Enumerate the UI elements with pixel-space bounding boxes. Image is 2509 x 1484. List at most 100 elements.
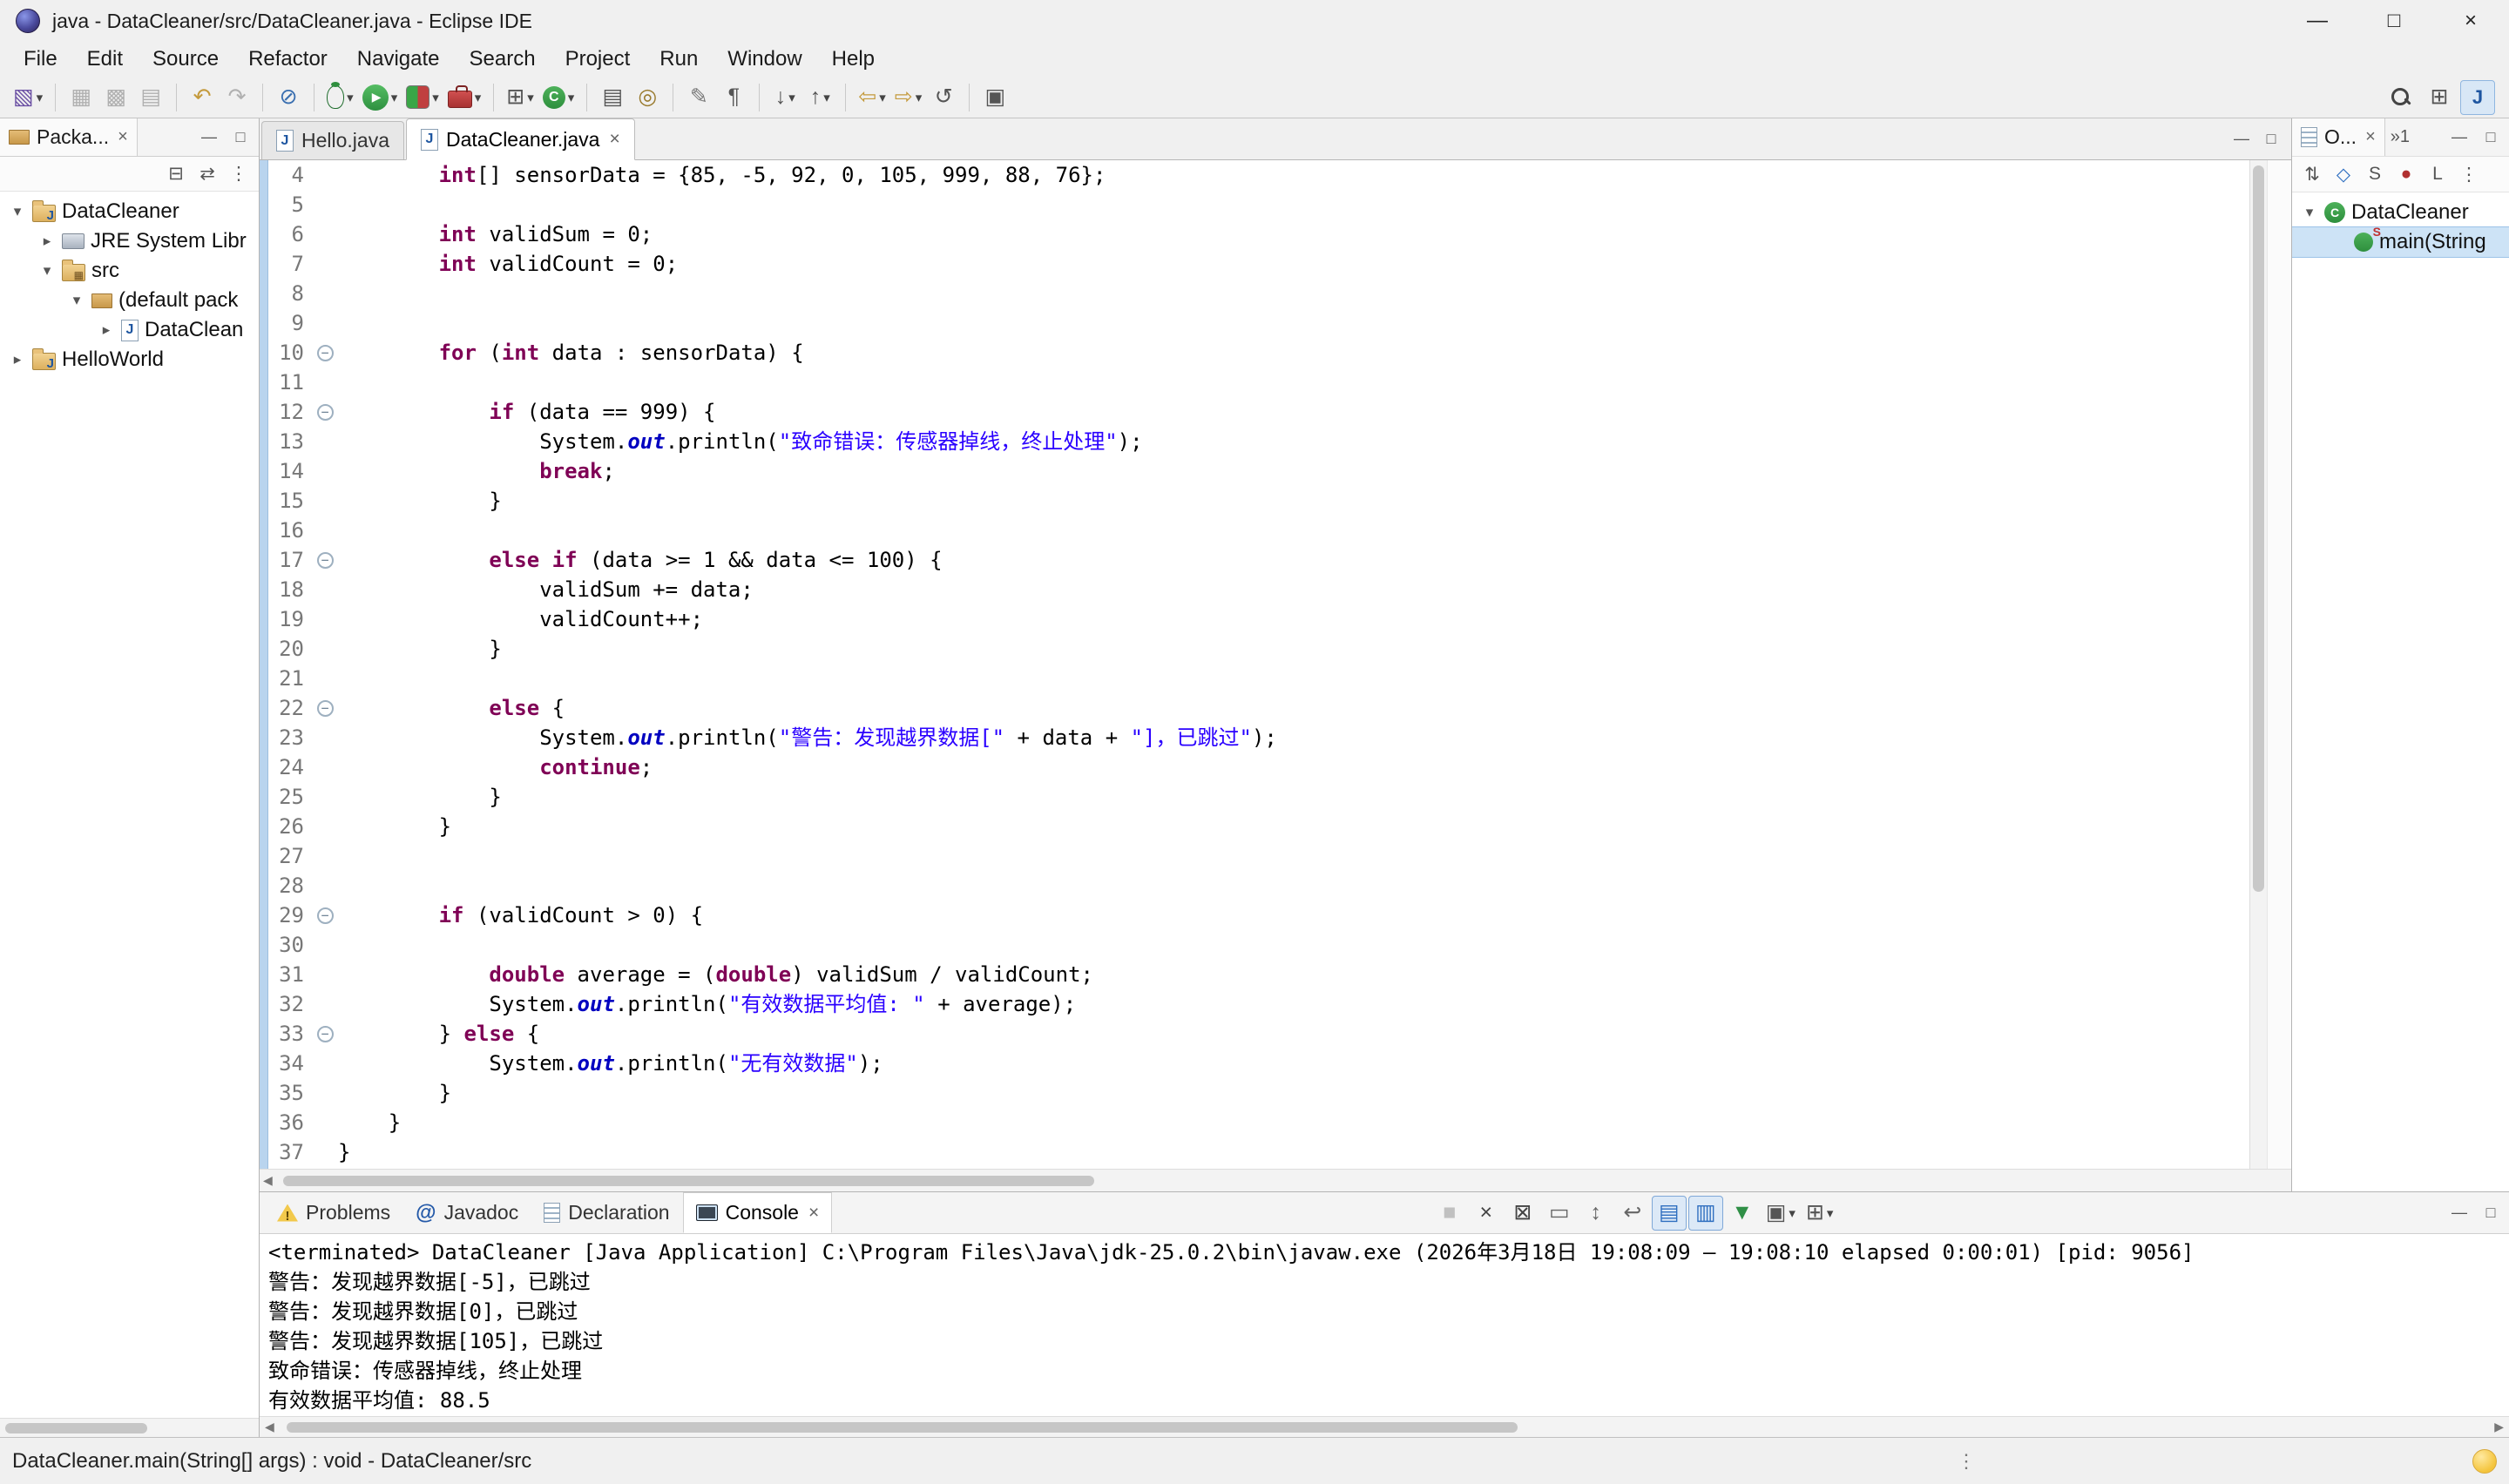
scroll-right-icon[interactable]: ▶ bbox=[2494, 1420, 2504, 1434]
collapse-fold-icon[interactable]: − bbox=[317, 552, 334, 569]
show-whitespace-button[interactable]: ¶ bbox=[716, 80, 751, 115]
terminate-button[interactable]: ■ bbox=[1432, 1196, 1467, 1231]
remove-launch-button[interactable]: × bbox=[1469, 1196, 1504, 1231]
dropdown-arrow-icon[interactable]: ▾ bbox=[916, 90, 923, 105]
twistie-collapsed-icon[interactable]: ▸ bbox=[98, 321, 115, 339]
print-button[interactable]: ▤ bbox=[133, 80, 168, 115]
code-text[interactable]: } bbox=[338, 1078, 2241, 1108]
tab-outline[interactable]: O... × bbox=[2292, 118, 2385, 156]
scroll-lock-button[interactable]: ↕ bbox=[1579, 1196, 1613, 1231]
sort-button[interactable]: ⇅ bbox=[2297, 160, 2327, 188]
project-item-default-pack[interactable]: ▾(default pack bbox=[0, 286, 259, 315]
debug-button[interactable]: ▾ bbox=[322, 80, 358, 115]
menu-source[interactable]: Source bbox=[138, 42, 233, 77]
java-perspective-button[interactable]: J bbox=[2460, 80, 2495, 115]
new-java-project-button[interactable]: ⊞▾ bbox=[502, 80, 538, 115]
collapse-fold-icon[interactable]: − bbox=[317, 345, 334, 361]
search-button[interactable]: ◎ bbox=[630, 80, 665, 115]
display-selected-console-button[interactable]: ▣▾ bbox=[1762, 1196, 1800, 1231]
fold-marker[interactable]: − bbox=[312, 1026, 338, 1042]
code-text[interactable]: else { bbox=[338, 693, 2241, 723]
dropdown-arrow-icon[interactable]: ▾ bbox=[879, 90, 886, 105]
minimize-view-button[interactable]: — bbox=[2227, 125, 2256, 153]
close-tab-icon[interactable]: × bbox=[807, 1203, 819, 1224]
dropdown-arrow-icon[interactable]: ▾ bbox=[568, 90, 575, 105]
code-text[interactable]: int validSum = 0; bbox=[338, 219, 2241, 249]
project-item-dataclean[interactable]: ▸JDataClean bbox=[0, 315, 259, 345]
code-text[interactable]: } bbox=[338, 782, 2241, 812]
save-all-button[interactable]: ▩ bbox=[98, 80, 133, 115]
twistie-collapsed-icon[interactable]: ▸ bbox=[38, 233, 56, 250]
tab-console[interactable]: Console× bbox=[683, 1192, 833, 1233]
code-text[interactable]: if (validCount > 0) { bbox=[338, 901, 2241, 930]
close-window-button[interactable]: × bbox=[2432, 0, 2509, 42]
skip-all-breakpoints-button[interactable]: ⊘ bbox=[271, 80, 306, 115]
tab-declaration[interactable]: Declaration bbox=[531, 1192, 682, 1233]
code-text[interactable]: } bbox=[338, 1137, 2241, 1167]
coverage-button[interactable]: ▾ bbox=[402, 80, 443, 115]
forward-button[interactable]: ⇨▾ bbox=[890, 80, 926, 115]
code-text[interactable]: System.out.println("警告：发现越界数据[" + data +… bbox=[338, 723, 2241, 752]
collapse-fold-icon[interactable]: − bbox=[317, 1026, 334, 1042]
dropdown-arrow-icon[interactable]: ▾ bbox=[823, 90, 830, 105]
save-button[interactable]: ▦ bbox=[64, 80, 98, 115]
code-text[interactable]: validCount++; bbox=[338, 604, 2241, 634]
minimize-view-button[interactable]: — bbox=[2445, 1199, 2474, 1227]
fold-marker[interactable]: − bbox=[312, 404, 338, 421]
project-item-helloworld[interactable]: ▸HelloWorld bbox=[0, 345, 259, 374]
hide-static-members-button[interactable]: S bbox=[2360, 160, 2390, 188]
open-perspective-button[interactable]: ⊞ bbox=[2422, 80, 2457, 115]
minimize-window-button[interactable]: — bbox=[2279, 0, 2356, 42]
dropdown-arrow-icon[interactable]: ▾ bbox=[1789, 1205, 1796, 1221]
fold-marker[interactable]: − bbox=[312, 700, 338, 717]
menu-file[interactable]: File bbox=[9, 42, 72, 77]
next-annotation-button[interactable]: ↓▾ bbox=[768, 80, 802, 115]
menu-run[interactable]: Run bbox=[645, 42, 713, 77]
menu-search[interactable]: Search bbox=[455, 42, 551, 77]
hide-fields-button[interactable]: ◇ bbox=[2329, 160, 2358, 188]
code-text[interactable]: System.out.println("有效数据平均值: " + average… bbox=[338, 989, 2241, 1019]
scrollbar-thumb[interactable] bbox=[5, 1423, 147, 1433]
twistie-expanded-icon[interactable]: ▾ bbox=[2301, 204, 2318, 221]
editor-hscrollbar[interactable]: ◀ bbox=[260, 1169, 2291, 1191]
outline-item-datacleaner[interactable]: ▾CDataCleaner bbox=[2292, 198, 2509, 227]
console-hscrollbar[interactable]: ◀ ▶ bbox=[260, 1416, 2509, 1437]
undo-button[interactable]: ↶ bbox=[185, 80, 220, 115]
collapse-all-button[interactable]: ⊟ bbox=[161, 160, 191, 188]
maximize-view-button[interactable]: □ bbox=[2476, 1199, 2506, 1227]
scrollbar-thumb[interactable] bbox=[283, 1176, 1094, 1186]
project-item-jre-system-libr[interactable]: ▸JRE System Libr bbox=[0, 226, 259, 256]
code-text[interactable]: } bbox=[338, 634, 2241, 664]
fold-marker[interactable]: − bbox=[312, 907, 338, 924]
close-view-icon[interactable]: × bbox=[116, 127, 128, 147]
scroll-left-icon[interactable]: ◀ bbox=[265, 1420, 274, 1434]
open-task-button[interactable]: ▤ bbox=[595, 80, 630, 115]
show-stdout-changes-button[interactable]: ▤ bbox=[1652, 1196, 1687, 1231]
code-text[interactable]: break; bbox=[338, 456, 2241, 486]
code-text[interactable]: System.out.println("无有效数据"); bbox=[338, 1049, 2241, 1078]
code-text[interactable]: else if (data >= 1 && data <= 100) { bbox=[338, 545, 2241, 575]
fold-marker[interactable]: − bbox=[312, 552, 338, 569]
overview-ruler[interactable] bbox=[2267, 160, 2291, 1169]
remove-all-launches-button[interactable]: ⊠ bbox=[1505, 1196, 1540, 1231]
minimize-view-button[interactable]: — bbox=[2445, 124, 2474, 152]
view-stack-badge[interactable]: »1 bbox=[2385, 127, 2415, 147]
run-button[interactable]: ▶▾ bbox=[358, 80, 402, 115]
tab-package-explorer[interactable]: Packa... × bbox=[0, 118, 138, 156]
code-text[interactable]: int validCount = 0; bbox=[338, 249, 2241, 279]
menu-project[interactable]: Project bbox=[551, 42, 646, 77]
code-text[interactable]: int[] sensorData = {85, -5, 92, 0, 105, … bbox=[338, 160, 2241, 190]
code-text[interactable]: if (data == 999) { bbox=[338, 397, 2241, 427]
link-with-editor-button[interactable]: ⇄ bbox=[193, 160, 222, 188]
maximize-view-button[interactable]: □ bbox=[2256, 125, 2286, 153]
hide-local-types-button[interactable]: L bbox=[2423, 160, 2452, 188]
mark-occurrences-button[interactable]: ✎ bbox=[681, 80, 716, 115]
code-text[interactable]: for (int data : sensorData) { bbox=[338, 338, 2241, 368]
notification-bell-icon[interactable] bbox=[2472, 1449, 2497, 1474]
maximize-view-button[interactable]: □ bbox=[2476, 124, 2506, 152]
package-explorer-hscrollbar[interactable] bbox=[0, 1418, 259, 1437]
scrollbar-thumb[interactable] bbox=[2253, 165, 2264, 892]
collapse-fold-icon[interactable]: − bbox=[317, 907, 334, 924]
outline-item-main-string[interactable]: main(String bbox=[2292, 227, 2509, 257]
dropdown-arrow-icon[interactable]: ▾ bbox=[391, 90, 398, 105]
